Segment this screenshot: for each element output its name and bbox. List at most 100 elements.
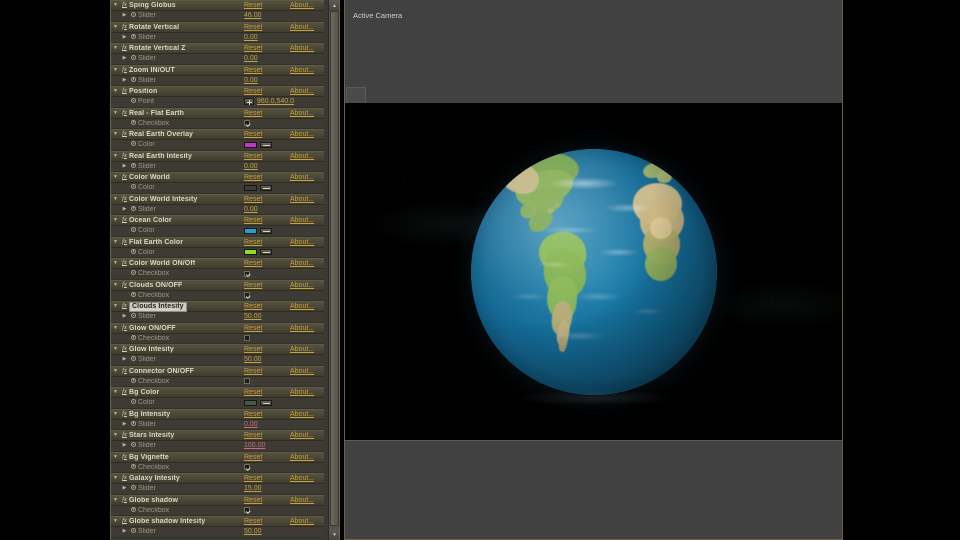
- effect-controls-scrollbar[interactable]: ▲ ▼: [328, 0, 339, 540]
- twirl-right-icon[interactable]: ▶: [120, 56, 129, 61]
- about-link[interactable]: About...: [290, 88, 324, 95]
- fx-icon[interactable]: fx: [120, 260, 129, 267]
- property-row[interactable]: ▶ Slider 0.00: [111, 54, 324, 65]
- property-row[interactable]: Color: [111, 398, 324, 409]
- fx-icon[interactable]: fx: [120, 389, 129, 396]
- property-row[interactable]: ▶ Slider 100.00: [111, 441, 324, 452]
- reset-link[interactable]: Reset: [244, 24, 290, 31]
- color-swatch[interactable]: [244, 227, 257, 234]
- point-value[interactable]: 960.0,540.0: [257, 98, 294, 105]
- stopwatch-icon[interactable]: [129, 98, 138, 105]
- property-row[interactable]: Checkbox: [111, 376, 324, 387]
- twirl-down-icon[interactable]: ▼: [111, 261, 120, 266]
- twirl-right-icon[interactable]: ▶: [120, 357, 129, 362]
- fx-icon[interactable]: fx: [120, 496, 129, 504]
- property-row[interactable]: Checkbox: [111, 290, 324, 301]
- property-value-cell[interactable]: [244, 249, 324, 256]
- property-row[interactable]: Checkbox: [111, 118, 324, 129]
- property-value-cell[interactable]: 100.00: [244, 442, 324, 449]
- fx-icon[interactable]: fx: [120, 152, 129, 160]
- color-swatch[interactable]: [244, 399, 257, 406]
- stopwatch-icon[interactable]: [129, 205, 138, 213]
- checkbox-control[interactable]: [244, 120, 250, 127]
- stopwatch-icon[interactable]: [129, 33, 138, 41]
- about-link[interactable]: About...: [290, 346, 324, 353]
- about-link[interactable]: About...: [290, 518, 324, 525]
- stopwatch-icon[interactable]: [129, 334, 138, 342]
- fx-icon[interactable]: fx: [120, 432, 129, 439]
- eyedropper-icon[interactable]: [260, 141, 272, 148]
- about-link[interactable]: About...: [290, 389, 324, 396]
- effect-name[interactable]: Flat Earth Color: [129, 239, 244, 246]
- effect-name[interactable]: Bg Vignette: [129, 454, 244, 461]
- stopwatch-icon[interactable]: [129, 442, 138, 449]
- stopwatch-icon[interactable]: [129, 313, 138, 320]
- reset-link[interactable]: Reset: [244, 260, 290, 267]
- effect-name[interactable]: Clouds ON/OFF: [129, 282, 244, 289]
- property-value-cell[interactable]: 0.00: [244, 55, 324, 62]
- effect-row[interactable]: ▼ fx Ocean Color Reset About...: [111, 215, 324, 226]
- property-value-cell[interactable]: [244, 399, 324, 406]
- composition-canvas[interactable]: [345, 103, 842, 440]
- effect-row[interactable]: ▼ fx Bg Intensity Reset About...: [111, 408, 324, 420]
- eyedropper-icon[interactable]: [260, 249, 272, 256]
- effect-row[interactable]: ▼ fx Clouds ON/OFF Reset About...: [111, 279, 324, 291]
- twirl-down-icon[interactable]: ▼: [111, 3, 120, 8]
- fx-icon[interactable]: fx: [120, 174, 129, 181]
- property-row[interactable]: Color: [111, 140, 324, 151]
- slider-value[interactable]: 50.00: [244, 528, 262, 535]
- reset-link[interactable]: Reset: [244, 196, 290, 203]
- twirl-down-icon[interactable]: ▼: [111, 497, 120, 503]
- property-row[interactable]: Color: [111, 247, 324, 258]
- fx-icon[interactable]: fx: [120, 131, 129, 138]
- effect-name[interactable]: Sping Globus: [129, 2, 244, 9]
- property-row[interactable]: Checkbox: [111, 462, 324, 473]
- fx-icon[interactable]: fx: [120, 367, 129, 375]
- slider-value[interactable]: 0.00: [244, 163, 258, 170]
- twirl-down-icon[interactable]: ▼: [111, 519, 120, 524]
- twirl-down-icon[interactable]: ▼: [111, 196, 120, 202]
- property-value-cell[interactable]: 46.00: [244, 12, 324, 19]
- reset-link[interactable]: Reset: [244, 368, 290, 375]
- twirl-down-icon[interactable]: ▼: [111, 89, 120, 94]
- fx-icon[interactable]: fx: [120, 518, 129, 525]
- effect-row[interactable]: ▼ fx Clouds Intesity Reset About...: [111, 301, 324, 312]
- reset-link[interactable]: Reset: [244, 217, 290, 224]
- fx-icon[interactable]: fx: [120, 281, 129, 289]
- about-link[interactable]: About...: [290, 411, 324, 418]
- twirl-down-icon[interactable]: ▼: [111, 110, 120, 116]
- property-value-cell[interactable]: [244, 120, 324, 127]
- stopwatch-icon[interactable]: [129, 184, 138, 191]
- property-value-cell[interactable]: [244, 227, 324, 234]
- checkbox-control[interactable]: [244, 507, 250, 514]
- fx-icon[interactable]: fx: [120, 2, 129, 9]
- property-value-cell[interactable]: 0.00: [244, 34, 324, 41]
- checkbox-control[interactable]: [244, 378, 250, 385]
- about-link[interactable]: About...: [290, 153, 324, 160]
- reset-link[interactable]: Reset: [244, 454, 290, 461]
- stopwatch-icon[interactable]: [129, 248, 138, 256]
- effect-row[interactable]: ▼ fx Globe shadow Reset About...: [111, 494, 324, 506]
- effect-row[interactable]: ▼ fx Color World Reset About...: [111, 172, 324, 183]
- effect-name[interactable]: Globe shadow: [129, 497, 244, 504]
- eyedropper-icon[interactable]: [260, 227, 272, 234]
- about-link[interactable]: About...: [290, 2, 324, 9]
- point-picker-icon[interactable]: [244, 98, 254, 106]
- twirl-down-icon[interactable]: ▼: [111, 46, 120, 51]
- property-row[interactable]: ▶ Slider 0.00: [111, 419, 324, 430]
- property-row[interactable]: ▶ Slider 15.00: [111, 484, 324, 495]
- effect-name[interactable]: Glow ON/OFF: [129, 325, 244, 332]
- about-link[interactable]: About...: [290, 45, 324, 52]
- twirl-down-icon[interactable]: ▼: [111, 132, 120, 137]
- stopwatch-icon[interactable]: [129, 463, 138, 471]
- stopwatch-icon[interactable]: [129, 399, 138, 406]
- property-value-cell[interactable]: [244, 507, 324, 514]
- reset-link[interactable]: Reset: [244, 497, 290, 504]
- stopwatch-icon[interactable]: [129, 227, 138, 234]
- slider-value[interactable]: 100.00: [244, 442, 265, 449]
- stopwatch-icon[interactable]: [129, 270, 138, 277]
- eyedropper-icon[interactable]: [260, 184, 272, 191]
- property-row[interactable]: ▶ Slider 46.00: [111, 11, 324, 22]
- property-value-cell[interactable]: [244, 335, 324, 342]
- twirl-right-icon[interactable]: ▶: [120, 77, 129, 83]
